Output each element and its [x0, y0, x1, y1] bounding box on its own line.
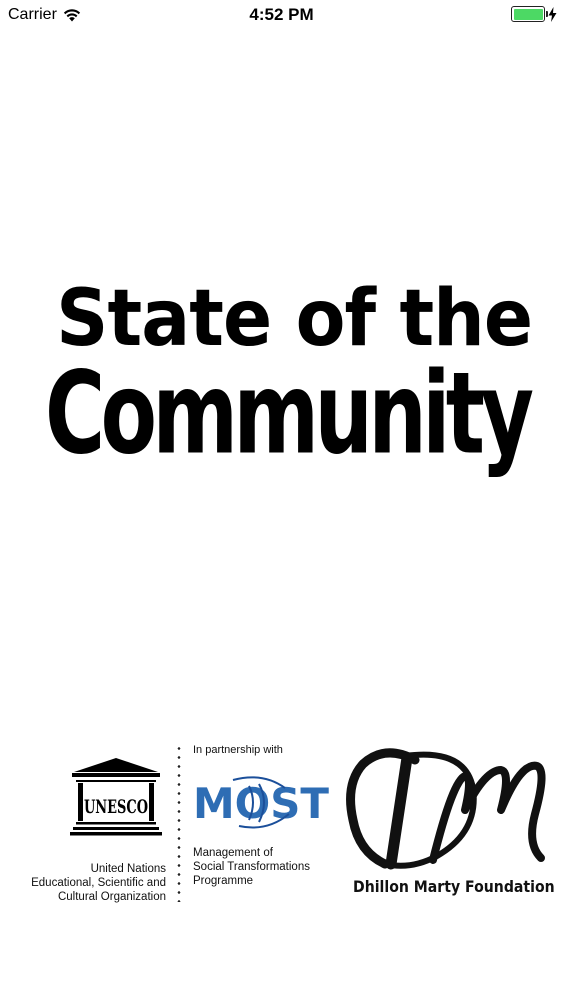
splash-screen: Carrier 4:52 PM State of the Community U…: [0, 0, 563, 1000]
most-caption-line: Management of: [193, 847, 273, 859]
most-caption-line: Social Transformations: [193, 861, 310, 873]
unesco-caption: United Nations Educational, Scientific a…: [20, 862, 166, 904]
most-caption: Management of Social Transformations Pro…: [193, 846, 310, 888]
most-wordmark-logo: MOST: [193, 776, 329, 829]
dotted-divider: [177, 744, 181, 902]
battery-fill: [513, 8, 543, 20]
most-caption-line: Programme: [193, 875, 254, 887]
battery-tip: [545, 11, 548, 17]
partnership-label: In partnership with: [193, 744, 283, 756]
unesco-caption-line: Educational, Scientific and: [31, 877, 166, 889]
app-title-line-2: Community: [45, 348, 534, 480]
foundation-name: Dhillon Marty Foundation: [353, 877, 555, 896]
status-time: 4:52 PM: [249, 5, 314, 24]
most-logo: In partnership with MOST Management of S…: [193, 744, 343, 894]
dm-monogram-icon: DM: [346, 748, 546, 870]
unesco-caption-line: United Nations: [90, 863, 166, 875]
status-right: [511, 6, 557, 22]
app-title-line-1: State of the: [56, 274, 533, 364]
unesco-wordmark: UNESCO: [84, 796, 148, 818]
status-bar: Carrier 4:52 PM: [0, 0, 563, 30]
partner-logos: UNESCO United Nations Educational, Scien…: [0, 740, 563, 910]
unesco-temple-icon: UNESCO: [70, 758, 162, 836]
app-logo: State of the Community: [45, 274, 534, 510]
dm-monogram-text: DM: [385, 809, 387, 811]
battery-icon: [511, 6, 548, 22]
unesco-caption-line: Cultural Organization: [57, 891, 166, 903]
charging-bolt-icon: [548, 6, 557, 22]
dhillon-marty-logo: DM Dhillon Marty Foundation: [345, 740, 555, 905]
unesco-logo: UNESCO United Nations Educational, Scien…: [20, 758, 170, 903]
